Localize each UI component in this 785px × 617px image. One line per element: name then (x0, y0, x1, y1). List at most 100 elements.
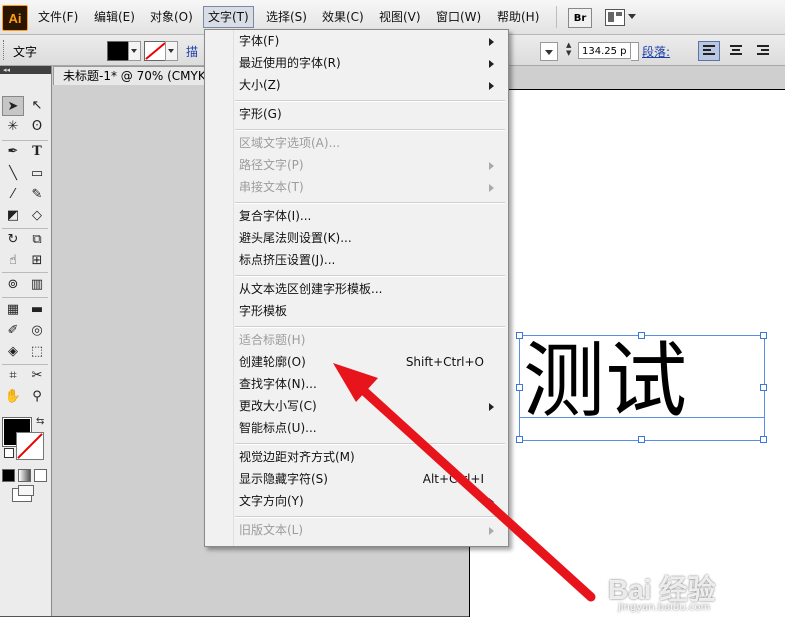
blob-brush-tool-icon[interactable]: ◩ (2, 206, 24, 226)
resize-handle[interactable] (760, 436, 767, 443)
resize-handle[interactable] (638, 436, 645, 443)
menu-item-glyph-template[interactable]: 字形模板 (207, 301, 504, 322)
resize-handle[interactable] (760, 332, 767, 339)
gradient-tool-icon[interactable]: ▬ (26, 300, 48, 320)
menu-window[interactable]: 窗口(W) (436, 7, 481, 27)
menu-object[interactable]: 对象(O) (150, 7, 193, 27)
resize-handle[interactable] (516, 332, 523, 339)
menu-item-size[interactable]: 大小(Z) (207, 75, 504, 96)
menu-item-create-glyph-template[interactable]: 从文本选区创建字形模板... (207, 279, 504, 300)
menu-item-legacy-text[interactable]: 旧版文本(L) (207, 520, 504, 541)
leading-input[interactable]: 134.25 p (578, 42, 631, 59)
menu-effect[interactable]: 效果(C) (322, 7, 364, 27)
font-size-dropdown[interactable] (540, 42, 558, 61)
type-tool-icon[interactable]: T (26, 142, 48, 162)
menu-item-font[interactable]: 字体(F) (207, 31, 504, 52)
panel-grip-icon[interactable] (3, 40, 7, 60)
warp-tool-icon[interactable]: ☝ (2, 251, 24, 271)
mesh-tool-icon[interactable]: ▦ (2, 300, 24, 320)
menu-separator (235, 326, 505, 328)
bridge-button[interactable]: Br (568, 8, 592, 28)
free-transform-tool-icon[interactable]: ⊞ (26, 251, 48, 271)
none-mode-icon[interactable] (34, 469, 47, 482)
resize-handle[interactable] (516, 436, 523, 443)
menu-edit[interactable]: 编辑(E) (94, 7, 135, 27)
zoom-tool-icon[interactable]: ⚲ (26, 387, 48, 407)
menu-file[interactable]: 文件(F) (38, 7, 78, 27)
align-right-button[interactable] (752, 41, 774, 61)
collapse-arrows-icon[interactable]: ◂◂ (3, 66, 10, 74)
rectangle-tool-icon[interactable]: ▭ (26, 164, 48, 184)
menu-item-change-case[interactable]: 更改大小写(C) (207, 396, 504, 417)
swap-fill-stroke-icon[interactable]: ⇆ (36, 416, 44, 427)
align-center-button[interactable] (725, 41, 747, 61)
submenu-arrow-icon (489, 82, 494, 90)
menu-item-composite-fonts[interactable]: 复合字体(I)... (207, 206, 504, 227)
screen-mode-icon[interactable] (12, 485, 34, 502)
leading-stepper-icon[interactable]: ▲ ▼ (566, 41, 576, 59)
align-left-button[interactable] (698, 41, 720, 61)
submenu-arrow-icon (489, 60, 494, 68)
menu-separator (235, 516, 505, 518)
document-tab[interactable]: 未标题-1* @ 70% (CMYK (53, 66, 208, 85)
stroke-link[interactable]: 描 (186, 43, 198, 60)
menu-item-type-on-path[interactable]: 路径文字(P) (207, 155, 504, 176)
menu-item-type-orientation[interactable]: 文字方向(Y) (207, 491, 504, 512)
menu-view[interactable]: 视图(V) (379, 7, 421, 27)
text-object[interactable]: 测试 (516, 332, 767, 443)
fill-dropdown[interactable] (128, 41, 141, 61)
color-mode-icon[interactable] (2, 469, 15, 482)
leading-dropdown[interactable] (631, 42, 639, 61)
eyedropper-tool-icon[interactable]: ✐ (2, 321, 24, 341)
arrange-documents-icon[interactable] (605, 9, 625, 26)
paragraph-panel-link[interactable]: 段落: (642, 43, 670, 60)
magic-wand-tool-icon[interactable]: ✳ (2, 117, 24, 137)
chevron-down-icon[interactable] (628, 14, 636, 19)
stroke-color-box[interactable] (16, 432, 44, 460)
menu-item-glyphs[interactable]: 字形(G) (207, 104, 504, 125)
rotate-tool-icon[interactable]: ↻ (2, 230, 24, 250)
menu-item-optical-margin-alignment[interactable]: 视觉边距对齐方式(M) (207, 447, 504, 468)
menu-item-threaded-text[interactable]: 串接文本(T) (207, 177, 504, 198)
live-paint-bucket-tool-icon[interactable]: ◈ (2, 342, 24, 362)
menu-item-fit-headline[interactable]: 适合标题(H) (207, 330, 504, 351)
resize-handle[interactable] (638, 332, 645, 339)
stroke-dropdown[interactable] (165, 41, 178, 61)
symbol-sprayer-tool-icon[interactable]: ⊚ (2, 275, 24, 295)
tools-panel-header[interactable]: ◂◂ (0, 66, 51, 74)
menu-item-area-type-options[interactable]: 区域文字选项(A)... (207, 133, 504, 154)
menu-select[interactable]: 选择(S) (266, 7, 307, 27)
eraser-tool-icon[interactable]: ◇ (26, 206, 48, 226)
menu-item-smart-punctuation[interactable]: 智能标点(U)... (207, 418, 504, 439)
stroke-color-swatch[interactable] (144, 41, 166, 61)
paintbrush-tool-icon[interactable]: ⁄ (2, 185, 24, 205)
slice-tool-icon[interactable]: ✂ (26, 366, 48, 386)
column-graph-tool-icon[interactable]: ▥ (26, 275, 48, 295)
menu-item-find-font[interactable]: 查找字体(N)... (207, 374, 504, 395)
menu-item-recent-fonts[interactable]: 最近使用的字体(R) (207, 53, 504, 74)
pen-tool-icon[interactable]: ✒ (2, 142, 24, 162)
resize-handle[interactable] (760, 384, 767, 391)
artboard-tool-icon[interactable]: ⌗ (2, 366, 24, 386)
menu-item-create-outlines[interactable]: 创建轮廓(O) Shift+Ctrl+O (207, 352, 504, 373)
blend-tool-icon[interactable]: ◎ (26, 321, 48, 341)
lasso-tool-icon[interactable]: ʘ (26, 117, 48, 137)
text-baseline (519, 417, 765, 418)
live-paint-selection-tool-icon[interactable]: ⬚ (26, 342, 48, 362)
menu-item-kinsoku-settings[interactable]: 避头尾法则设置(K)... (207, 228, 504, 249)
menu-item-show-hidden-characters[interactable]: 显示隐藏字符(S) Alt+Ctrl+I (207, 469, 504, 490)
menu-type[interactable]: 文字(T) (203, 6, 254, 28)
menu-item-mojikumi-settings[interactable]: 标点挤压设置(J)... (207, 250, 504, 271)
submenu-arrow-icon (489, 38, 494, 46)
default-colors-icon[interactable] (4, 448, 14, 458)
line-tool-icon[interactable]: ╲ (2, 164, 24, 184)
gradient-mode-icon[interactable] (18, 469, 31, 482)
scale-tool-icon[interactable]: ⧉ (26, 230, 48, 250)
pencil-tool-icon[interactable]: ✎ (26, 185, 48, 205)
menu-help[interactable]: 帮助(H) (497, 7, 539, 27)
direct-selection-tool-icon[interactable]: ↖ (26, 96, 48, 116)
hand-tool-icon[interactable]: ✋ (2, 387, 24, 407)
resize-handle[interactable] (516, 384, 523, 391)
selection-tool-icon[interactable]: ➤ (2, 96, 24, 116)
fill-color-swatch[interactable] (107, 41, 129, 61)
